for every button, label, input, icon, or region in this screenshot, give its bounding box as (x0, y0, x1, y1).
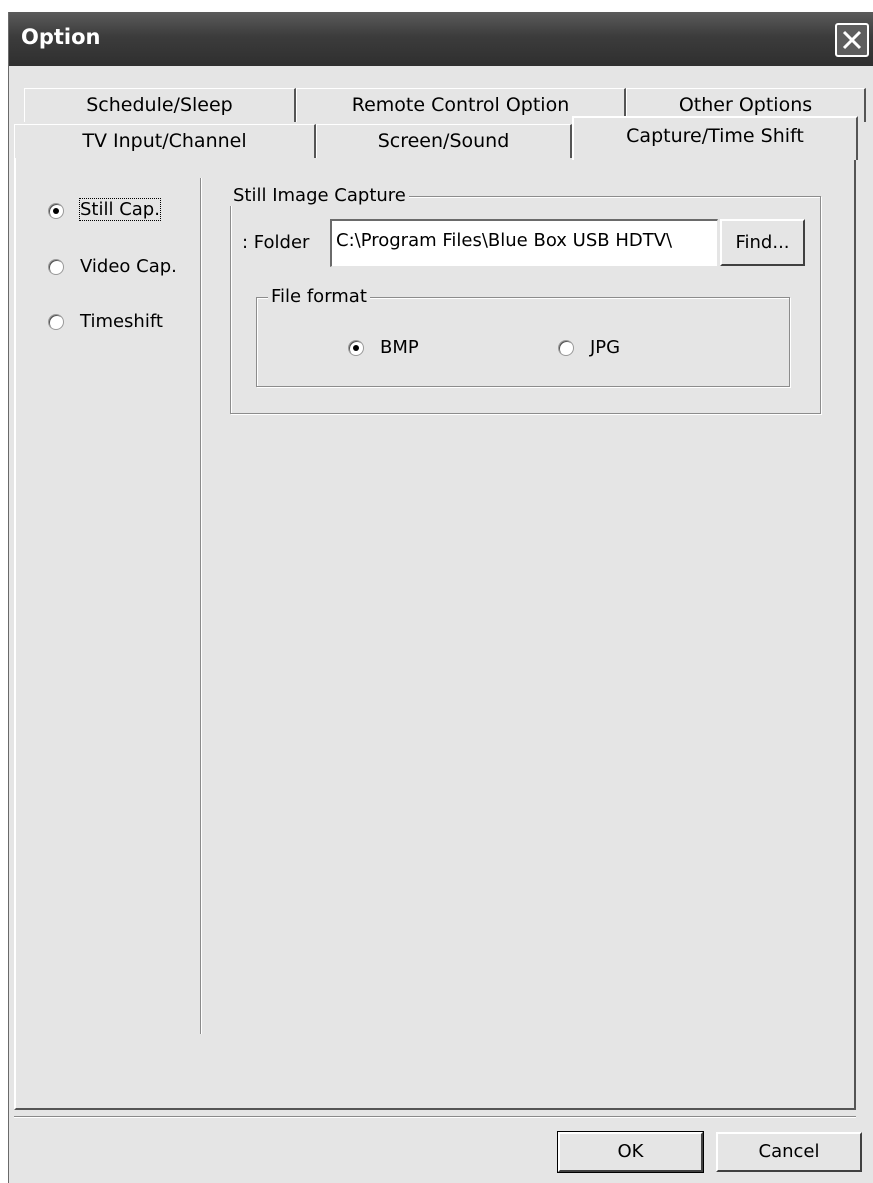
folder-label: : Folder (242, 232, 310, 253)
radio-button[interactable] (48, 259, 64, 275)
folder-path-input[interactable]: C:\Program Files\Blue Box USB HDTV\ (330, 219, 718, 267)
close-button[interactable] (835, 23, 869, 57)
tab-tv-input-channel[interactable]: TV Input/Channel (14, 124, 316, 158)
window-title: Option (21, 25, 101, 49)
ok-button-label: OK (617, 1141, 644, 1162)
tab-label: Other Options (678, 94, 813, 116)
radio-button[interactable] (558, 340, 574, 356)
cancel-button[interactable]: Cancel (716, 1132, 862, 1172)
tab-screen-sound[interactable]: Screen/Sound (316, 124, 572, 158)
tab-label: Remote Control Option (351, 94, 570, 116)
format-label: BMP (380, 337, 419, 358)
radio-button[interactable] (48, 314, 64, 330)
footer-divider (14, 1116, 856, 1118)
radio-button[interactable] (348, 340, 364, 356)
tab-label: TV Input/Channel (82, 130, 247, 152)
capture-mode-label: Still Cap. (79, 198, 161, 221)
tab-label: Schedule/Sleep (86, 94, 233, 116)
radio-button[interactable] (48, 203, 64, 219)
group-title: Still Image Capture (230, 185, 409, 206)
capture-mode-label: Timeshift (80, 311, 163, 332)
find-button[interactable]: Find... (720, 219, 805, 266)
format-label: JPG (590, 337, 621, 358)
close-icon (842, 30, 862, 50)
tab-label: Screen/Sound (377, 130, 510, 152)
tab-schedule-sleep[interactable]: Schedule/Sleep (24, 88, 296, 122)
radio-dot (353, 345, 359, 351)
find-button-label: Find... (735, 232, 790, 253)
tab-capture-time-shift[interactable]: Capture/Time Shift (572, 116, 858, 160)
panel-divider (200, 178, 202, 1034)
radio-dot (53, 208, 59, 214)
title-bar[interactable]: Option (9, 12, 873, 66)
capture-mode-label: Video Cap. (80, 256, 177, 277)
cancel-button-label: Cancel (758, 1141, 820, 1162)
tab-label: Capture/Time Shift (626, 125, 804, 147)
group-title: File format (268, 286, 370, 307)
ok-button[interactable]: OK (557, 1131, 704, 1173)
file-format-group (256, 297, 790, 387)
